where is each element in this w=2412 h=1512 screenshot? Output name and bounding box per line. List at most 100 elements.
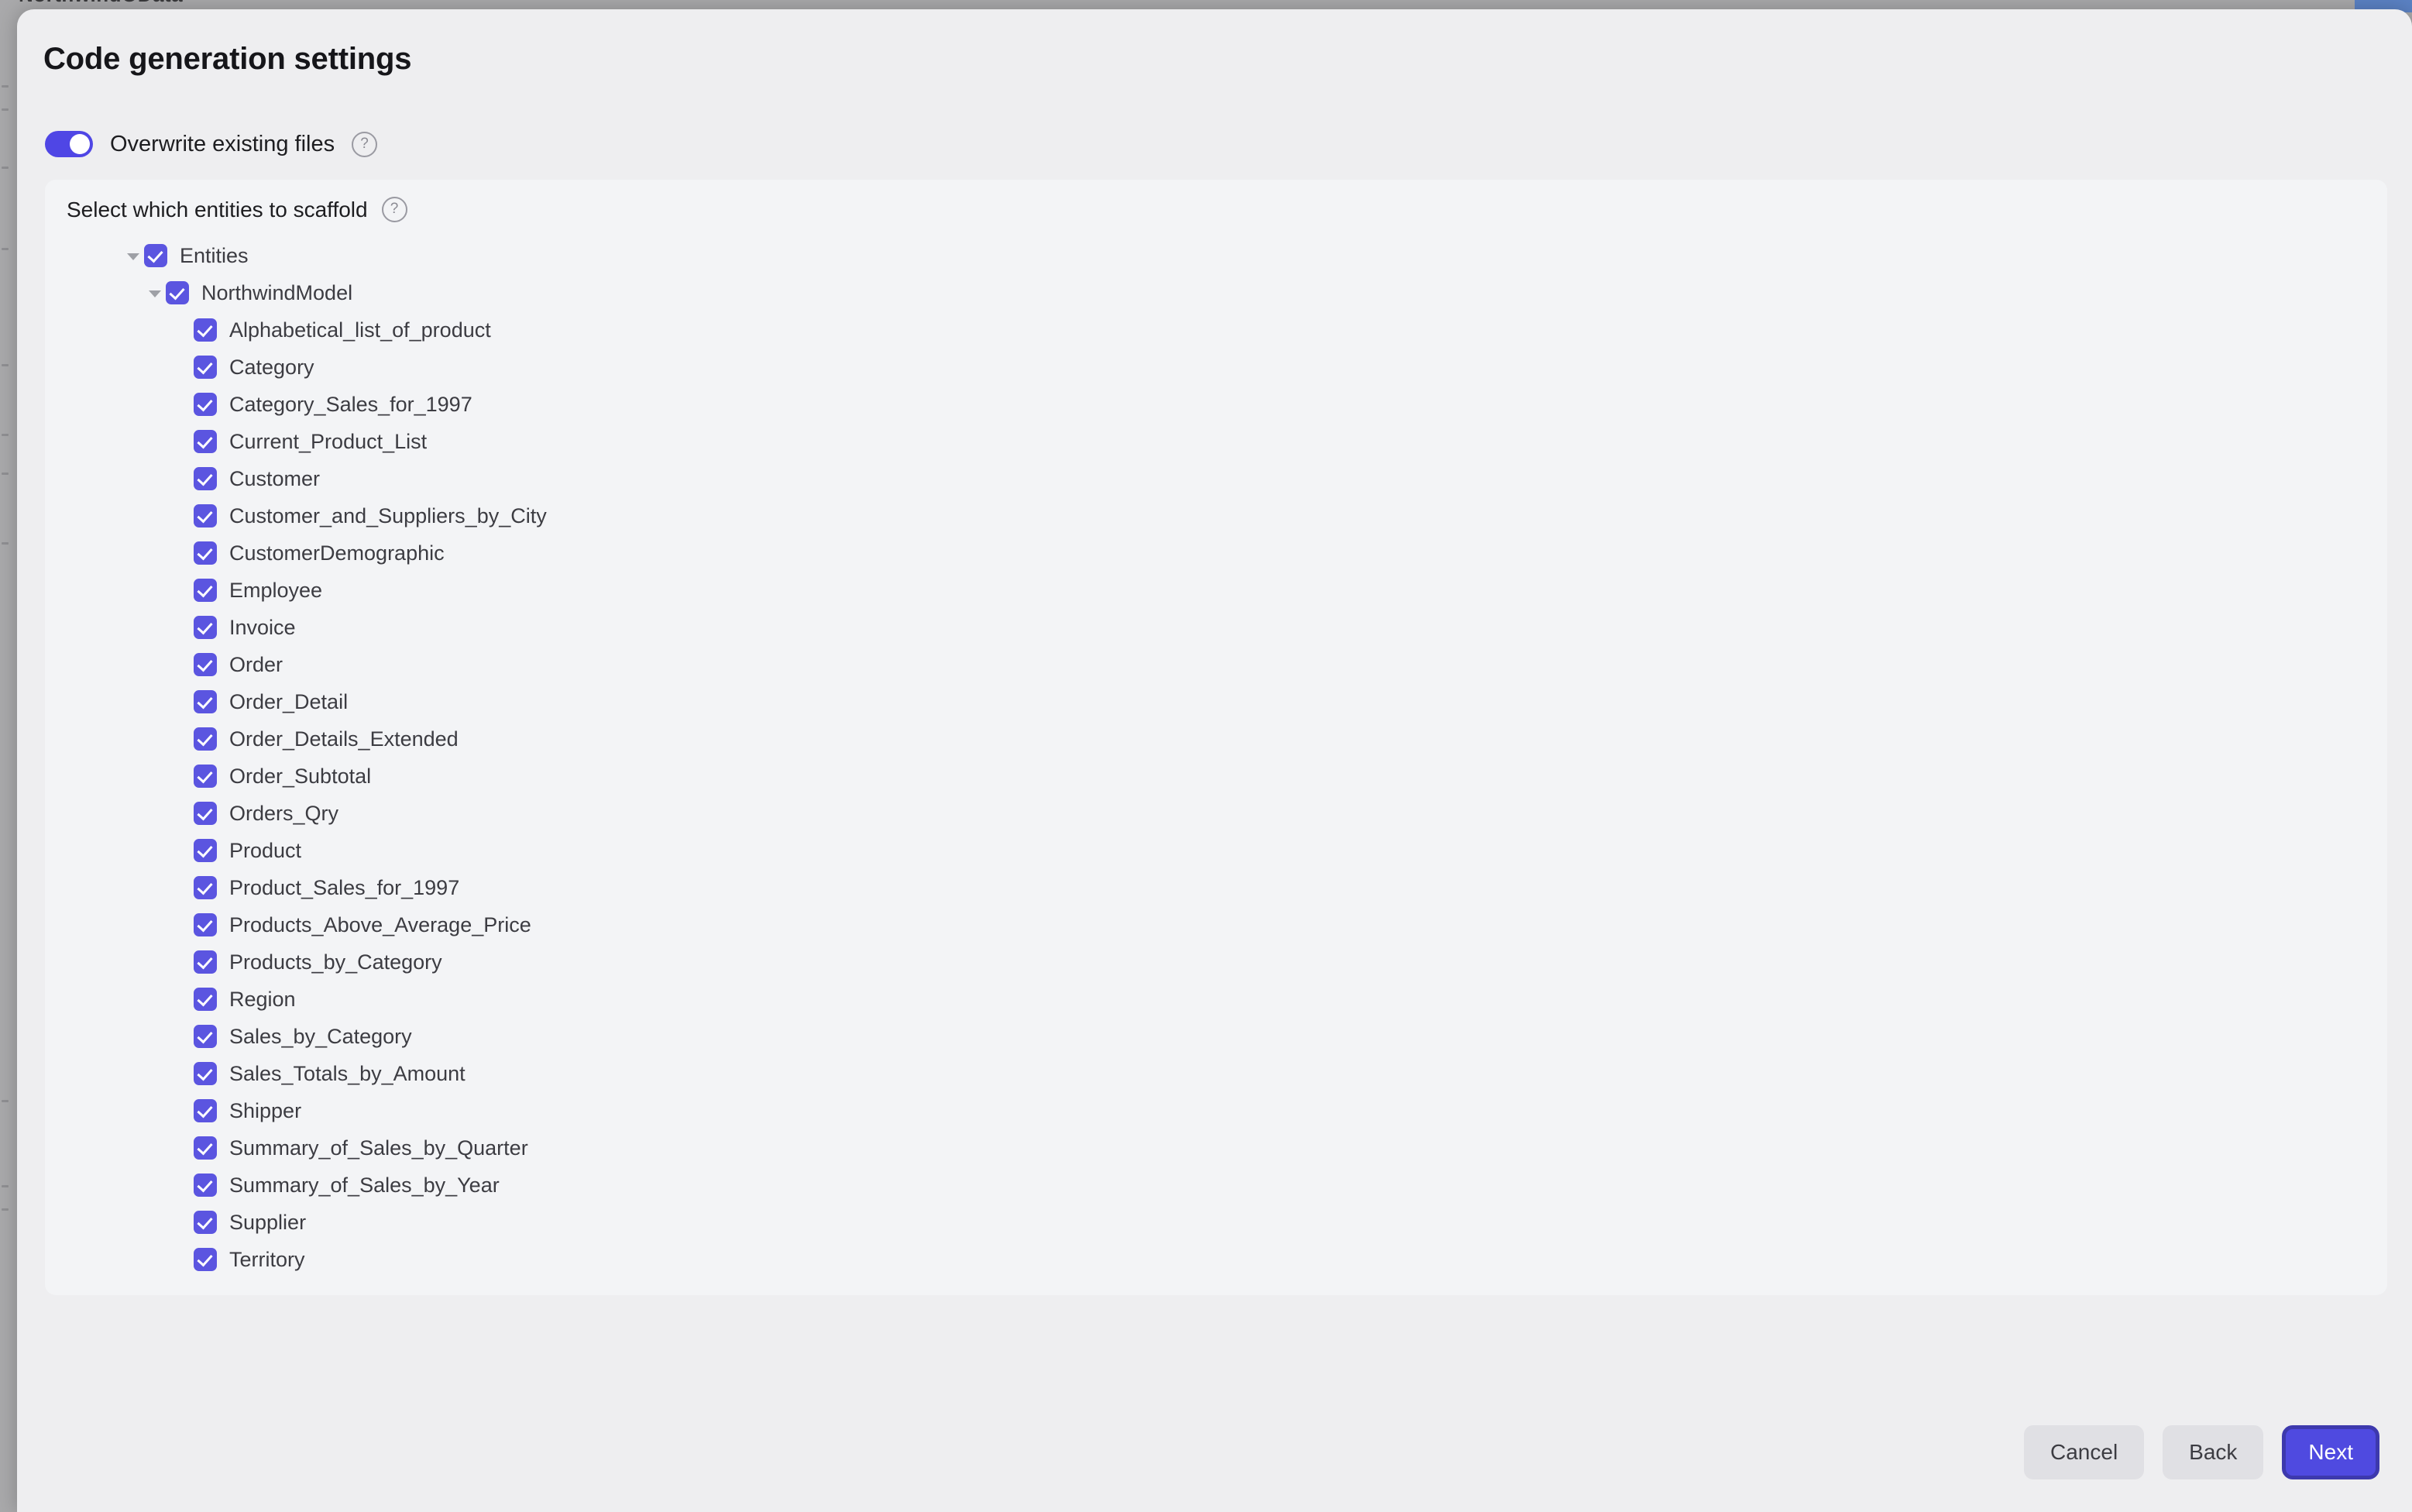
overwrite-existing-files-toggle[interactable] [45,131,93,157]
tree-node-label: Invoice [229,615,296,639]
tree-row[interactable]: Order_Subtotal [45,758,2387,795]
tree-row[interactable]: Product_Sales_for_1997 [45,869,2387,906]
tree-row[interactable]: Shipper [45,1092,2387,1129]
tree-checkbox[interactable] [194,467,217,490]
tree-checkbox[interactable] [194,690,217,713]
tree-checkbox[interactable] [166,281,189,304]
tree-node-label: CustomerDemographic [229,541,445,565]
tree-node-label: Summary_of_Sales_by_Year [229,1173,500,1197]
cancel-button[interactable]: Cancel [2024,1425,2145,1479]
tree-node-label: Shipper [229,1098,302,1122]
overwrite-existing-files-row: Overwrite existing files ? [45,131,378,157]
tree-row-entities[interactable]: Entities [45,237,2387,274]
tree-row[interactable]: Products_Above_Average_Price [45,906,2387,943]
tree-node-label: Employee [229,578,323,602]
entities-panel-heading: Select which entities to scaffold ? [67,197,407,222]
tree-checkbox[interactable] [194,356,217,379]
tree-row[interactable]: Alphabetical_list_of_product [45,311,2387,349]
help-circle-icon[interactable]: ? [352,131,378,157]
tree-checkbox[interactable] [194,1174,217,1197]
entities-panel-heading-label: Select which entities to scaffold [67,197,368,222]
tree-checkbox[interactable] [194,541,217,565]
tree-node-label: Products_by_Category [229,950,442,974]
tree-checkbox[interactable] [194,876,217,899]
dialog-footer: Cancel Back Next [2024,1425,2379,1479]
tree-node-label: Supplier [229,1210,307,1234]
tree-row[interactable]: Sales_Totals_by_Amount [45,1055,2387,1092]
tree-row[interactable]: Sales_by_Category [45,1018,2387,1055]
background-mark [2,85,9,88]
tree-checkbox[interactable] [194,1248,217,1271]
background-left-marks [0,0,11,1512]
tree-checkbox[interactable] [194,430,217,453]
tree-checkbox[interactable] [194,579,217,602]
tree-checkbox[interactable] [194,1099,217,1122]
tree-checkbox[interactable] [194,318,217,342]
tree-row[interactable]: Supplier [45,1204,2387,1241]
tree-row[interactable]: Summary_of_Sales_by_Quarter [45,1129,2387,1167]
tree-node-label: Category [229,355,314,379]
tree-row-northwindmodel[interactable]: NorthwindModel [45,274,2387,311]
chevron-down-icon[interactable] [122,245,144,266]
tree-row[interactable]: Territory [45,1241,2387,1278]
tree-node-label: Product [229,838,302,862]
tree-node-label: Order_Detail [229,689,349,713]
tree-row[interactable]: Summary_of_Sales_by_Year [45,1167,2387,1204]
tree-row[interactable]: Customer_and_Suppliers_by_City [45,497,2387,534]
tree-row[interactable]: Customer [45,460,2387,497]
tree-row[interactable]: Category_Sales_for_1997 [45,386,2387,423]
tree-checkbox[interactable] [194,616,217,639]
tree-checkbox[interactable] [194,913,217,936]
tree-row[interactable]: CustomerDemographic [45,534,2387,572]
tree-checkbox[interactable] [194,1025,217,1048]
overwrite-existing-files-label: Overwrite existing files [110,131,335,156]
tree-checkbox[interactable] [194,839,217,862]
tree-checkbox[interactable] [194,504,217,527]
tree-node-label: Region [229,987,296,1011]
help-circle-icon[interactable]: ? [381,197,407,222]
tree-row[interactable]: Orders_Qry [45,795,2387,832]
back-button[interactable]: Back [2163,1425,2264,1479]
tree-node-label: Summary_of_Sales_by_Quarter [229,1136,528,1160]
tree-checkbox[interactable] [194,1062,217,1085]
tree-row[interactable]: Order_Detail [45,683,2387,720]
tree-checkbox[interactable] [194,727,217,751]
tree-checkbox[interactable] [194,988,217,1011]
tree-checkbox[interactable] [194,802,217,825]
chevron-down-icon[interactable] [144,282,166,304]
tree-row[interactable]: Order [45,646,2387,683]
tree-row[interactable]: Products_by_Category [45,943,2387,981]
tree-checkbox[interactable] [194,1211,217,1234]
tree-node-label: Category_Sales_for_1997 [229,392,472,416]
tree-node-label: Sales_Totals_by_Amount [229,1061,466,1085]
tree-row[interactable]: Region [45,981,2387,1018]
tree-checkbox[interactable] [194,765,217,788]
tree-checkbox[interactable] [194,950,217,974]
background-mark [2,542,9,545]
tree-row[interactable]: Order_Details_Extended [45,720,2387,758]
tree-row[interactable]: Category [45,349,2387,386]
background-mark [2,434,9,436]
tree-row[interactable]: Employee [45,572,2387,609]
tree-row[interactable]: Product [45,832,2387,869]
tree-checkbox[interactable] [194,653,217,676]
tree-checkbox[interactable] [194,393,217,416]
tree-node-label: Orders_Qry [229,801,339,825]
tree-node-label: Territory [229,1247,305,1271]
next-button[interactable]: Next [2282,1425,2379,1479]
tree-node-label: Products_Above_Average_Price [229,912,531,936]
tree-row[interactable]: Current_Product_List [45,423,2387,460]
tree-checkbox[interactable] [144,244,167,267]
tree-row[interactable]: Invoice [45,609,2387,646]
tree-checkbox[interactable] [194,1136,217,1160]
